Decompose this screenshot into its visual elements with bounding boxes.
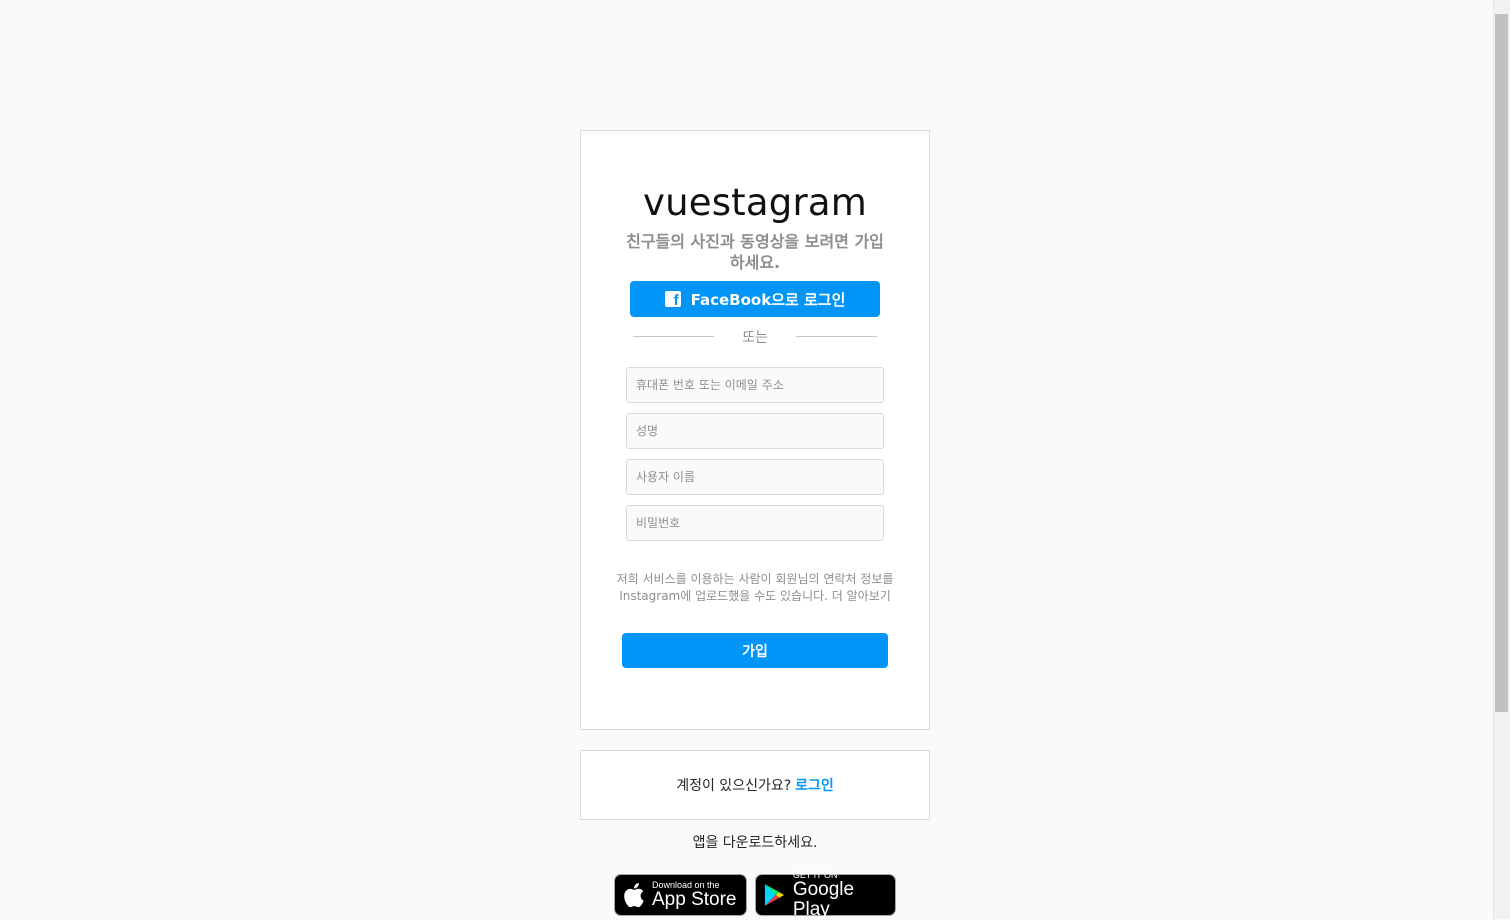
app-store-large-text: App Store: [652, 889, 737, 910]
contact-input[interactable]: [626, 367, 884, 403]
login-link[interactable]: 로그인: [795, 775, 834, 795]
app-store-badge[interactable]: Download on the App Store: [614, 874, 747, 916]
signup-button[interactable]: 가입: [622, 633, 888, 668]
password-input[interactable]: [626, 505, 884, 541]
divider-line-right: [796, 336, 877, 337]
scrollbar-thumb[interactable]: [1495, 14, 1508, 712]
signup-card: vuestagram 친구들의 사진과 동영상을 보려면 가입하세요. f Fa…: [580, 130, 930, 730]
contact-upload-disclaimer: 저희 서비스를 이용하는 사람이 회원님의 연락처 정보를 Instagram에…: [616, 572, 894, 603]
or-divider: 또는: [633, 327, 877, 347]
facebook-login-label: FaceBook으로 로그인: [690, 290, 846, 309]
facebook-login-button[interactable]: f FaceBook으로 로그인: [630, 281, 880, 317]
signup-tagline: 친구들의 사진과 동영상을 보려면 가입하세요.: [626, 232, 884, 272]
fullname-input[interactable]: [626, 413, 884, 449]
google-play-icon: [764, 884, 785, 906]
vertical-scrollbar[interactable]: [1493, 0, 1510, 919]
login-prompt-text: 계정이 있으신가요?: [676, 778, 792, 794]
facebook-icon: f: [664, 291, 681, 309]
login-prompt-card: 계정이 있으신가요? 로그인: [580, 750, 930, 820]
google-play-badge[interactable]: GET IT ON Google Play: [755, 870, 896, 920]
get-app-text: 앱을 다운로드하세요.: [692, 835, 818, 851]
app-logo: vuestagram: [643, 181, 867, 224]
app-badges: Download on the App Store GET IT ON Goog…: [614, 870, 896, 920]
apple-icon: [624, 883, 644, 908]
divider-text: 또는: [742, 330, 768, 346]
username-input[interactable]: [626, 459, 884, 495]
google-play-large-text: Google Play: [792, 879, 855, 920]
